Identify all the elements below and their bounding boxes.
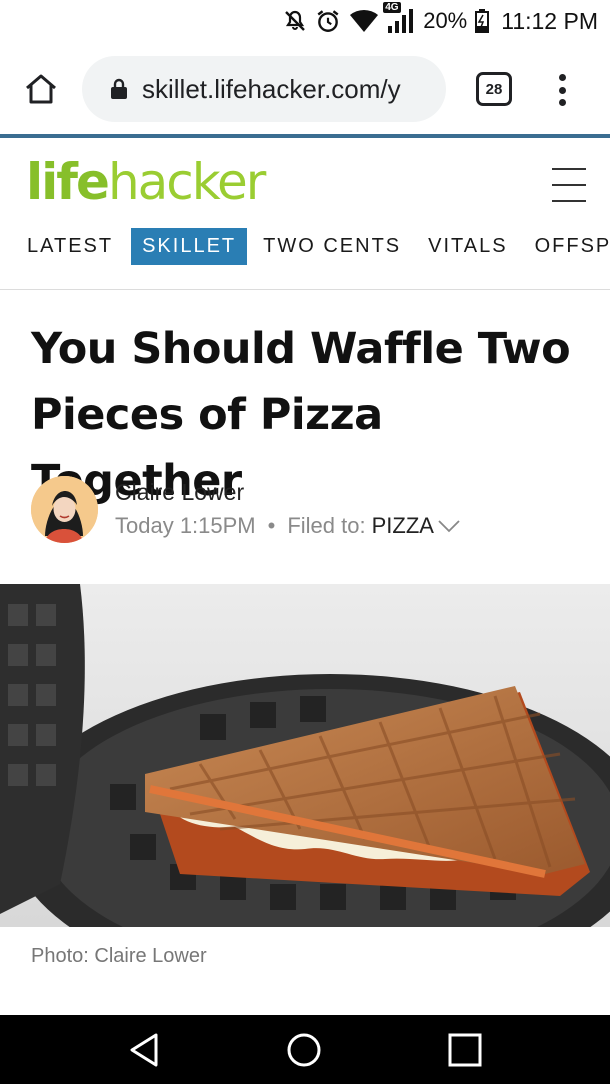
- article-meta: Today 1:15PM • Filed to: PIZZA: [115, 513, 460, 539]
- category-link[interactable]: PIZZA: [372, 513, 434, 539]
- system-nav-bar: [0, 1015, 610, 1084]
- url-bar[interactable]: skillet.lifehacker.com/y: [82, 56, 446, 122]
- tab-count: 28: [485, 80, 503, 98]
- home-icon[interactable]: [20, 68, 62, 110]
- recents-icon[interactable]: [447, 1032, 483, 1068]
- filed-to-label: Filed to:: [287, 513, 366, 538]
- nav-item-latest[interactable]: LATEST: [27, 229, 113, 264]
- nav-item-skillet[interactable]: SKILLET: [131, 227, 248, 265]
- battery-percent: 20%: [423, 8, 468, 33]
- photo-caption: Photo: Claire Lower: [31, 945, 207, 967]
- hamburger-menu-icon[interactable]: [552, 168, 586, 202]
- separator-dot: •: [267, 513, 276, 538]
- url-text: skillet.lifehacker.com/y: [142, 73, 401, 104]
- tabs-icon[interactable]: 28: [476, 72, 512, 106]
- menu-icon[interactable]: [552, 70, 572, 110]
- alarm-icon: [315, 8, 341, 34]
- publish-date: Today 1:15PM: [115, 513, 256, 538]
- browser-toolbar: skillet.lifehacker.com/y 28: [0, 42, 610, 137]
- mute-icon: [283, 9, 307, 33]
- back-icon[interactable]: [126, 1032, 162, 1068]
- author-name[interactable]: Claire Lower: [115, 479, 244, 506]
- nav-item-vitals[interactable]: VITALS: [428, 229, 507, 264]
- section-nav: LATEST SKILLET TWO CENTS VITALS OFFSPRIN: [0, 226, 610, 266]
- signal-icon: 4G: [383, 2, 415, 34]
- chevron-down-icon[interactable]: [438, 519, 460, 533]
- author-avatar[interactable]: [31, 476, 98, 543]
- network-badge: 4G: [383, 2, 401, 13]
- battery-icon: [475, 9, 490, 33]
- clock: 11:12 PM: [501, 7, 598, 34]
- byline: Claire Lower Today 1:15PM • Filed to: PI…: [31, 476, 591, 546]
- nav-item-two-cents[interactable]: TWO CENTS: [263, 229, 401, 264]
- home-circle-icon[interactable]: [286, 1032, 322, 1068]
- wifi-icon: [349, 9, 379, 33]
- site-logo[interactable]: lifehacker: [26, 152, 266, 212]
- nav-item-offspring[interactable]: OFFSPRIN: [535, 229, 610, 264]
- lock-icon: [110, 78, 128, 100]
- site-header: lifehacker LATEST SKILLET TWO CENTS VITA…: [0, 138, 610, 290]
- status-bar: 4G 20% 11:12 PM: [0, 0, 610, 42]
- article-photo[interactable]: [0, 584, 610, 927]
